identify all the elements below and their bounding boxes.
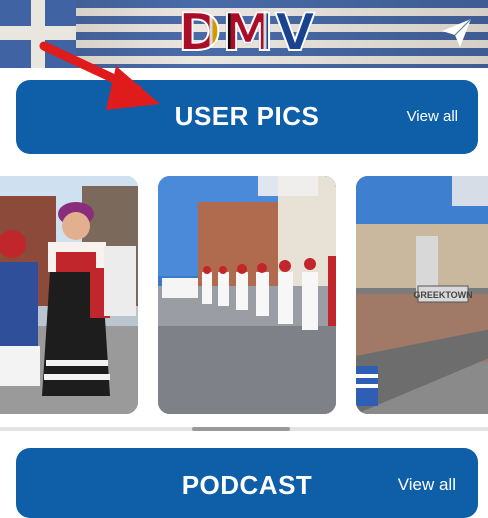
greektown-sign-text: GREEKTOWN	[413, 290, 472, 300]
greektown-sign-photo: GREEKTOWN	[356, 176, 488, 414]
photo-card[interactable]	[158, 176, 336, 414]
user-pics-carousel[interactable]: GREEKTOWN	[0, 176, 488, 414]
red-arrow-icon	[39, 41, 160, 110]
girl-traditional-dress-photo	[0, 176, 138, 414]
send-icon[interactable]	[440, 17, 474, 49]
user-pics-view-all-link[interactable]: View all	[407, 108, 458, 125]
carousel-scrollbar[interactable]	[192, 427, 290, 431]
evzones-parade-street-photo	[158, 176, 336, 414]
photo-card[interactable]: GREEKTOWN	[356, 176, 488, 414]
dmv-logo[interactable]: DMV	[177, 2, 316, 64]
podcast-header: PODCAST View all	[16, 448, 478, 518]
photo-card[interactable]	[0, 176, 138, 414]
podcast-view-all-link[interactable]: View all	[398, 475, 456, 495]
